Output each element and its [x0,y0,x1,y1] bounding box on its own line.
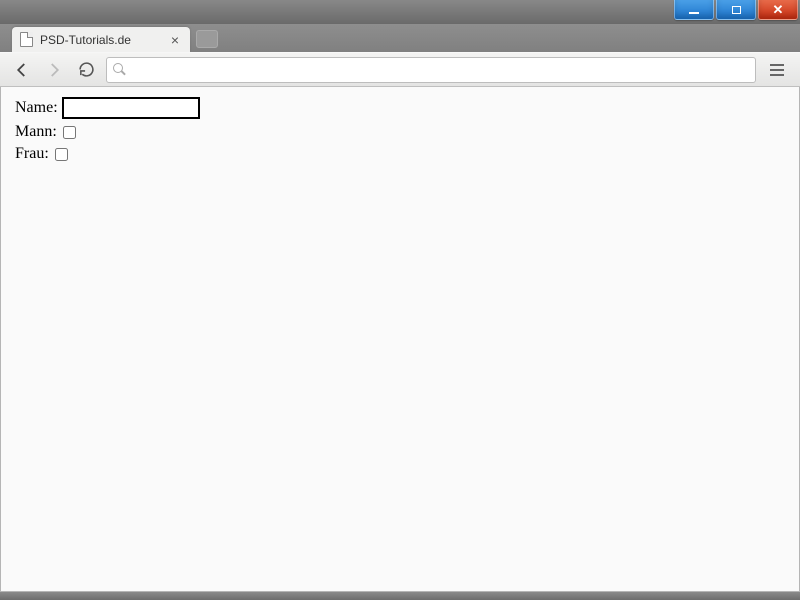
minimize-button[interactable] [674,0,714,20]
name-input[interactable] [62,97,200,119]
browser-toolbar [0,52,800,87]
tab-close-icon[interactable]: × [168,32,182,48]
name-row: Name: [15,97,785,119]
frau-label: Frau: [15,145,49,163]
address-input[interactable] [133,59,749,81]
browser-tab[interactable]: PSD-Tutorials.de × [12,27,190,52]
address-bar[interactable] [106,57,756,83]
frau-row: Frau: [15,145,785,163]
forward-button[interactable] [42,58,66,82]
close-button[interactable]: ✕ [758,0,798,20]
page-icon [20,32,33,47]
mann-label: Mann: [15,123,57,141]
name-label: Name: [15,99,58,117]
menu-button[interactable] [764,59,790,81]
maximize-button[interactable] [716,0,756,20]
new-tab-button[interactable] [196,30,218,48]
search-icon [113,63,127,77]
back-button[interactable] [10,58,34,82]
tab-title: PSD-Tutorials.de [40,33,131,47]
reload-button[interactable] [74,58,98,82]
tab-strip: PSD-Tutorials.de × [0,24,800,52]
window-frame-bottom [0,592,800,600]
frau-checkbox[interactable] [55,148,68,161]
window-titlebar: ✕ [0,0,800,24]
mann-row: Mann: [15,123,785,141]
window-controls: ✕ [674,0,798,24]
page-content: Name: Mann: Frau: [0,87,800,592]
mann-checkbox[interactable] [63,126,76,139]
browser-window: ✕ PSD-Tutorials.de × Name: [0,0,800,600]
